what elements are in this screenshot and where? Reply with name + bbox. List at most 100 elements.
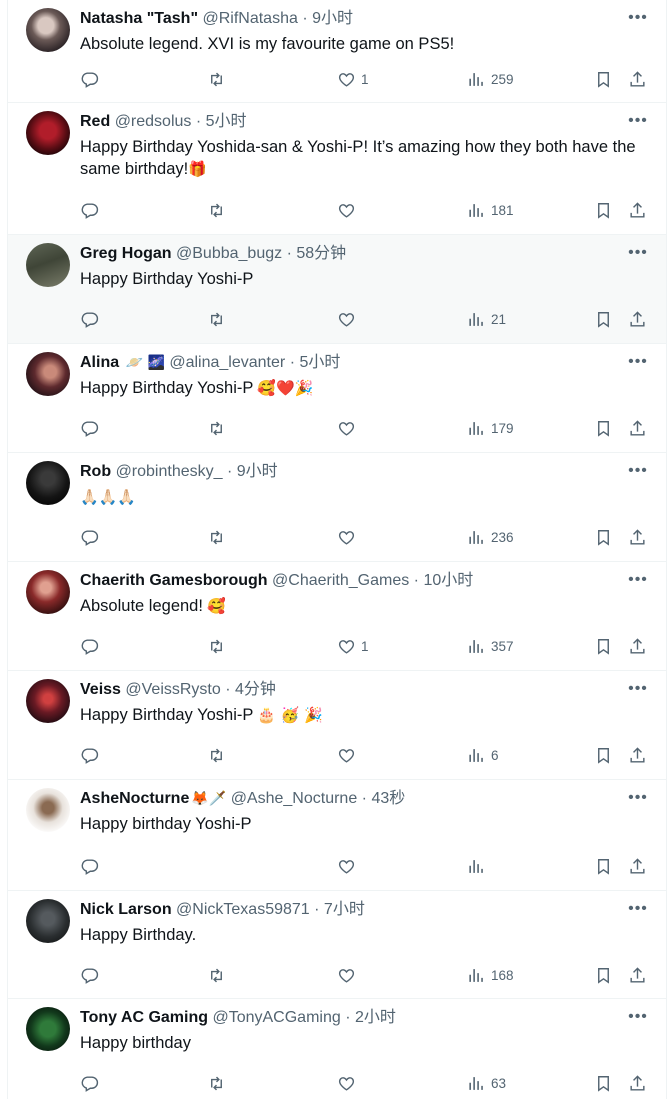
share-button[interactable] (628, 963, 647, 987)
reply-tweet[interactable]: Alina 🪐 🌌 @alina_levanter · 5小时 ••• Happ… (8, 344, 666, 453)
user-handle[interactable]: @RifNatasha (202, 10, 297, 27)
views-button[interactable]: 179 (467, 416, 514, 440)
like-button[interactable] (337, 963, 361, 987)
reply-tweet[interactable]: Tony AC Gaming @TonyACGaming · 2小时 ••• H… (8, 999, 666, 1099)
timestamp[interactable]: 9小时 (237, 463, 278, 480)
avatar[interactable] (26, 461, 70, 505)
user-handle[interactable]: @TonyACGaming (212, 1009, 340, 1026)
views-button[interactable]: 21 (467, 307, 506, 331)
bookmark-button[interactable] (594, 307, 613, 331)
share-button[interactable] (628, 525, 647, 549)
avatar[interactable] (26, 899, 70, 943)
views-button[interactable]: 181 (467, 198, 514, 222)
timestamp[interactable]: 5小时 (206, 113, 247, 130)
reply-tweet[interactable]: Natasha "Tash" @RifNatasha · 9小时 ••• Abs… (8, 0, 666, 103)
reply-tweet[interactable]: AsheNocturne 🦊🗡️ @Ashe_Nocturne · 43秒 •••… (8, 780, 666, 891)
more-icon[interactable]: ••• (626, 1007, 650, 1029)
share-button[interactable] (628, 198, 647, 222)
like-button[interactable] (337, 1071, 361, 1095)
bookmark-button[interactable] (594, 854, 613, 878)
display-name[interactable]: Greg Hogan (80, 245, 172, 262)
reply-button[interactable] (80, 963, 99, 987)
bookmark-button[interactable] (594, 963, 613, 987)
reply-button[interactable] (80, 1071, 99, 1095)
bookmark-button[interactable] (594, 525, 613, 549)
display-name[interactable]: Rob (80, 463, 111, 480)
retweet-button[interactable] (207, 634, 226, 658)
user-handle[interactable]: @VeissRysto (125, 681, 220, 698)
more-icon[interactable]: ••• (626, 111, 650, 133)
timestamp[interactable]: 10小时 (423, 572, 473, 589)
more-icon[interactable]: ••• (626, 8, 650, 30)
display-name[interactable]: AsheNocturne (80, 790, 189, 807)
user-handle[interactable]: @Chaerith_Games (272, 572, 409, 589)
retweet-button[interactable] (207, 525, 226, 549)
retweet-button[interactable] (207, 67, 226, 91)
bookmark-button[interactable] (594, 67, 613, 91)
like-button[interactable] (337, 525, 361, 549)
user-handle[interactable]: @Bubba_bugz (176, 245, 282, 262)
reply-tweet[interactable]: Chaerith Gamesborough @Chaerith_Games · … (8, 562, 666, 671)
display-name[interactable]: Natasha "Tash" (80, 10, 198, 27)
share-button[interactable] (628, 1071, 647, 1095)
retweet-button[interactable] (207, 1071, 226, 1095)
display-name[interactable]: Tony AC Gaming (80, 1009, 208, 1026)
views-button[interactable] (467, 854, 491, 878)
more-icon[interactable]: ••• (626, 461, 650, 483)
like-button[interactable]: 1 (337, 634, 369, 658)
views-button[interactable]: 63 (467, 1071, 506, 1095)
timestamp[interactable]: 58分钟 (296, 245, 346, 262)
reply-tweet[interactable]: Red @redsolus · 5小时 ••• Happy Birthday Y… (8, 103, 666, 235)
share-button[interactable] (628, 743, 647, 767)
views-button[interactable]: 236 (467, 525, 514, 549)
avatar[interactable] (26, 570, 70, 614)
reply-tweet[interactable]: Rob @robinthesky_ · 9小时 ••• 🙏🏻🙏🏻🙏🏻 236 (8, 453, 666, 562)
more-icon[interactable]: ••• (626, 243, 650, 265)
reply-button[interactable] (80, 67, 99, 91)
like-button[interactable] (337, 198, 361, 222)
avatar[interactable] (26, 679, 70, 723)
retweet-button[interactable] (207, 743, 226, 767)
reply-tweet[interactable]: Nick Larson @NickTexas59871 · 7小时 ••• Ha… (8, 891, 666, 999)
more-icon[interactable]: ••• (626, 899, 650, 921)
user-handle[interactable]: @robinthesky_ (116, 463, 223, 480)
more-icon[interactable]: ••• (626, 570, 650, 592)
reply-button[interactable] (80, 198, 99, 222)
reply-button[interactable] (80, 854, 99, 878)
avatar[interactable] (26, 111, 70, 155)
views-button[interactable]: 168 (467, 963, 514, 987)
bookmark-button[interactable] (594, 634, 613, 658)
views-button[interactable]: 6 (467, 743, 499, 767)
timestamp[interactable]: 2小时 (355, 1009, 396, 1026)
reply-button[interactable] (80, 743, 99, 767)
share-button[interactable] (628, 416, 647, 440)
reply-tweet[interactable]: Greg Hogan @Bubba_bugz · 58分钟 ••• Happy … (8, 235, 666, 344)
reply-button[interactable] (80, 416, 99, 440)
retweet-button[interactable] (207, 963, 226, 987)
share-button[interactable] (628, 634, 647, 658)
reply-tweet[interactable]: Veiss @VeissRysto · 4分钟 ••• Happy Birthd… (8, 671, 666, 780)
timestamp[interactable]: 4分钟 (235, 681, 276, 698)
bookmark-button[interactable] (594, 198, 613, 222)
like-button[interactable] (337, 743, 361, 767)
display-name[interactable]: Veiss (80, 681, 121, 698)
like-button[interactable] (337, 307, 361, 331)
timestamp[interactable]: 43秒 (371, 790, 405, 807)
avatar[interactable] (26, 8, 70, 52)
like-button[interactable]: 1 (337, 67, 369, 91)
display-name[interactable]: Chaerith Gamesborough (80, 572, 268, 589)
bookmark-button[interactable] (594, 743, 613, 767)
more-icon[interactable]: ••• (626, 352, 650, 374)
display-name[interactable]: Red (80, 113, 110, 130)
display-name[interactable]: Nick Larson (80, 901, 172, 918)
like-button[interactable] (337, 854, 361, 878)
bookmark-button[interactable] (594, 416, 613, 440)
retweet-button[interactable] (207, 307, 226, 331)
timestamp[interactable]: 9小时 (312, 10, 353, 27)
avatar[interactable] (26, 1007, 70, 1051)
views-button[interactable]: 357 (467, 634, 514, 658)
user-handle[interactable]: @redsolus (115, 113, 192, 130)
more-icon[interactable]: ••• (626, 679, 650, 701)
bookmark-button[interactable] (594, 1071, 613, 1095)
reply-button[interactable] (80, 307, 99, 331)
